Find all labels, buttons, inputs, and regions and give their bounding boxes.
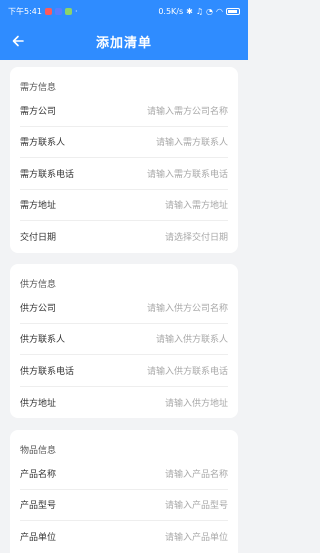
- field-label: 产品名称: [20, 469, 57, 480]
- status-time: 下午5:41: [8, 6, 42, 16]
- delivery-date-picker[interactable]: 请选择交付日期: [165, 230, 228, 243]
- demander-contact-row[interactable]: 需方联系人 请输入需方联系人: [20, 127, 228, 158]
- arrow-left-icon: [12, 35, 24, 47]
- supplier-address-row[interactable]: 供方地址 请输入供方地址: [20, 387, 228, 419]
- bluetooth-icon: ✱: [186, 6, 193, 16]
- alarm-icon: ◔: [206, 6, 214, 16]
- supplier-address-input[interactable]: 请输入供方地址: [165, 396, 228, 409]
- demander-card: 需方信息 需方公司 请输入需方公司名称 需方联系人 请输入需方联系人 需方联系电…: [10, 67, 238, 253]
- mute-icon: ♫: [195, 6, 204, 16]
- supplier-phone-input[interactable]: 请输入供方联系电话: [147, 364, 228, 377]
- status-bar: 下午5:41 · 0.5K/s ✱ ♫ ◔ ◠: [0, 0, 248, 22]
- supplier-company-row[interactable]: 供方公司 请输入供方公司名称: [20, 292, 228, 324]
- supplier-card: 供方信息 供方公司 请输入供方公司名称 供方联系人 请输入供方联系人 供方联系电…: [10, 264, 238, 418]
- field-label: 供方联系人: [20, 335, 66, 346]
- field-label: 供方公司: [20, 303, 57, 314]
- demander-section-title: 需方信息: [20, 83, 57, 93]
- supplier-phone-row[interactable]: 供方联系电话 请输入供方联系电话: [20, 355, 228, 387]
- field-label: 供方地址: [20, 398, 57, 409]
- page-title: 添加清单: [95, 35, 152, 51]
- product-unit-row[interactable]: 产品单位 请输入产品单位: [20, 521, 228, 553]
- field-label: 需方地址: [20, 201, 57, 212]
- battery-icon: [226, 7, 240, 15]
- demander-company-row[interactable]: 需方公司 请输入需方公司名称: [20, 95, 228, 127]
- product-name-row[interactable]: 产品名称 请输入产品名称: [20, 458, 228, 490]
- product-model-row[interactable]: 产品型号 请输入产品型号: [20, 490, 228, 521]
- supplier-contact-row[interactable]: 供方联系人 请输入供方联系人: [20, 324, 228, 355]
- field-label: 需方联系电话: [20, 169, 75, 180]
- demander-address-input[interactable]: 请输入需方地址: [165, 198, 228, 211]
- demander-phone-input[interactable]: 请输入需方联系电话: [147, 167, 228, 180]
- field-label: 产品型号: [20, 501, 57, 512]
- notification-icon: [44, 7, 52, 15]
- demander-company-input[interactable]: 请输入需方公司名称: [147, 104, 228, 117]
- wifi-icon: ◠: [216, 6, 223, 16]
- field-label: 交付日期: [20, 233, 57, 244]
- goods-card: 物品信息 产品名称 请输入产品名称 产品型号 请输入产品型号 产品单位 请输入产…: [10, 430, 238, 553]
- field-label: 需方公司: [20, 106, 57, 117]
- product-name-input[interactable]: 请输入产品名称: [165, 467, 228, 480]
- delivery-date-row[interactable]: 交付日期 请选择交付日期: [20, 221, 228, 253]
- product-model-input[interactable]: 请输入产品型号: [165, 498, 228, 511]
- supplier-contact-input[interactable]: 请输入供方联系人: [156, 332, 228, 345]
- app-notification-icon-2: [64, 7, 72, 15]
- supplier-section-title: 供方信息: [20, 280, 57, 290]
- top-bar: 下午5:41 · 0.5K/s ✱ ♫ ◔ ◠ 添加清单: [0, 0, 248, 60]
- back-button[interactable]: [8, 31, 28, 51]
- product-unit-input[interactable]: 请输入产品单位: [165, 530, 228, 543]
- goods-section-title: 物品信息: [20, 446, 57, 456]
- demander-phone-row[interactable]: 需方联系电话 请输入需方联系电话: [20, 158, 228, 190]
- demander-contact-input[interactable]: 请输入需方联系人: [156, 135, 228, 148]
- field-label: 产品单位: [20, 533, 57, 544]
- nav-bar: 添加清单: [0, 22, 248, 60]
- demander-address-row[interactable]: 需方地址 请输入需方地址: [20, 190, 228, 221]
- app-notification-icon: [54, 7, 62, 15]
- more-dot-icon: ·: [74, 6, 78, 16]
- supplier-company-input[interactable]: 请输入供方公司名称: [147, 301, 228, 314]
- network-speed: 0.5K/s: [158, 6, 184, 16]
- field-label: 需方联系人: [20, 138, 66, 149]
- field-label: 供方联系电话: [20, 366, 75, 377]
